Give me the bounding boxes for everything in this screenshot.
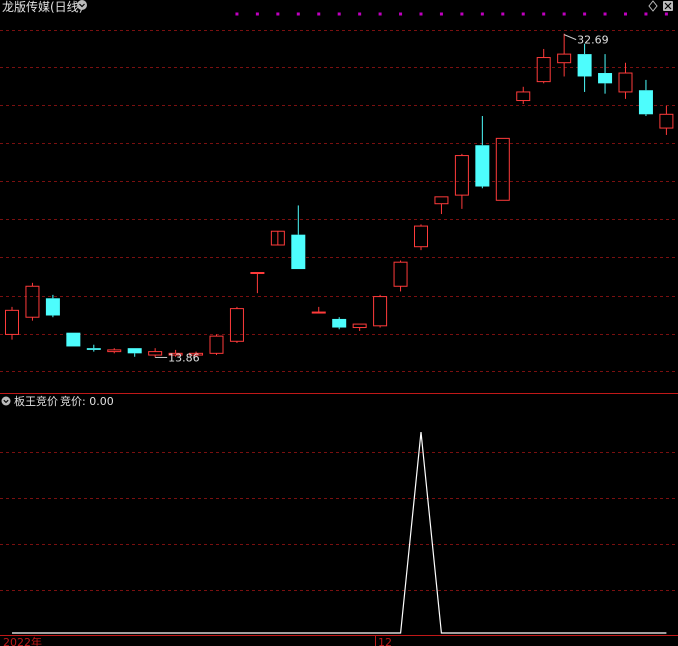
sub-grid — [0, 452, 678, 591]
candle — [393, 260, 408, 292]
signal-marker — [358, 12, 362, 16]
signal-marker — [664, 12, 668, 16]
signal-marker — [583, 12, 587, 16]
candle — [475, 116, 490, 189]
candle — [229, 306, 244, 344]
chevron-down-icon[interactable] — [1, 396, 11, 406]
candle — [557, 33, 572, 77]
candle — [495, 137, 510, 201]
signal-marker — [644, 12, 648, 16]
x-axis-label-year: 2022年 — [3, 635, 42, 646]
candle — [86, 344, 101, 352]
candle — [270, 230, 285, 246]
svg-text:13.86: 13.86 — [168, 351, 200, 364]
x-axis-label-month: 12 — [378, 636, 392, 646]
signal-marker — [439, 12, 443, 16]
candle — [638, 79, 653, 117]
signal-marker — [399, 12, 403, 16]
signal-marker — [235, 12, 239, 16]
signal-marker — [624, 12, 627, 16]
signal-marker — [337, 12, 341, 16]
signal-markers — [235, 12, 668, 16]
candle — [148, 348, 163, 358]
diamond-icon[interactable] — [648, 0, 658, 12]
indicator-series — [12, 432, 667, 634]
signal-marker — [317, 12, 321, 16]
signal-marker — [296, 12, 300, 16]
signal-marker — [276, 12, 280, 16]
signal-marker — [542, 12, 546, 16]
signal-marker — [562, 12, 566, 16]
candle — [414, 224, 428, 251]
candle — [107, 348, 122, 354]
candle — [373, 294, 388, 328]
signal-marker — [501, 12, 505, 16]
signal-marker — [480, 12, 484, 16]
candle — [434, 196, 449, 215]
candle — [25, 282, 40, 321]
close-icon[interactable] — [663, 1, 673, 11]
candle — [618, 62, 633, 99]
candle — [352, 323, 367, 331]
candle — [332, 317, 347, 330]
indicator-title: 板王竞价 — [14, 394, 58, 408]
candle — [66, 332, 81, 347]
chart-title: 龙版传媒(日线) — [2, 0, 83, 14]
signal-marker — [378, 12, 382, 16]
signal-marker — [460, 12, 464, 16]
kline-chart: 龙版传媒(日线) 32.69 13.86 板王竞价 竞价: 0.00 2022年… — [0, 0, 678, 646]
indicator-line — [12, 432, 667, 634]
candle — [311, 306, 326, 314]
candle — [516, 86, 531, 104]
candle — [536, 48, 551, 84]
signal-marker — [521, 12, 525, 16]
candle — [209, 334, 224, 356]
max-price-label: 32.69 — [563, 34, 609, 47]
candle — [127, 348, 142, 357]
signal-marker — [255, 12, 259, 16]
svg-text:32.69: 32.69 — [577, 34, 609, 47]
candle — [250, 272, 265, 294]
signal-marker — [419, 12, 423, 16]
candle — [45, 294, 60, 318]
candle — [659, 105, 674, 135]
candle — [5, 306, 19, 340]
candle — [291, 205, 306, 270]
candle — [598, 54, 613, 94]
indicator-value: 竞价: 0.00 — [60, 394, 114, 408]
signal-marker — [603, 12, 607, 16]
chevron-down-icon[interactable] — [77, 0, 87, 10]
candlestick-series — [5, 33, 674, 358]
candle — [577, 43, 592, 92]
